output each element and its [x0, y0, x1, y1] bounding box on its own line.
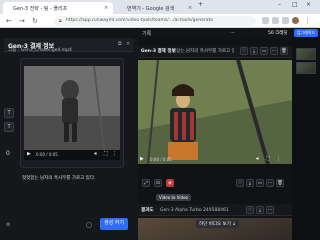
close-window-button[interactable]: ×: [306, 1, 311, 8]
folder-icon[interactable]: ▭: [260, 47, 268, 55]
generate-button[interactable]: 생성 하기: [100, 218, 128, 230]
lock-icon: 🔒︎: [59, 18, 62, 24]
crop-icon[interactable]: ⊡: [154, 179, 162, 187]
more-icon[interactable]: ⋯: [266, 206, 274, 214]
clip-description: Gen-3 Alpha Turbo 249588461 영상는 남자는...: [160, 208, 230, 213]
close-icon[interactable]: ×: [126, 41, 130, 47]
more-icon[interactable]: ⋮: [112, 151, 117, 157]
more-icon[interactable]: ⋯: [266, 179, 274, 187]
settings-icon[interactable]: ⚙: [6, 222, 10, 228]
upgrade-button[interactable]: 업그레이드: [294, 29, 318, 37]
text-tool-button[interactable]: T: [4, 108, 14, 118]
download-icon[interactable]: ⤓: [250, 47, 258, 55]
tab-label: 번역기 - Google 검색: [127, 5, 175, 12]
tooltip: Video to Video: [156, 194, 191, 201]
counter-value: 0: [6, 150, 10, 157]
heart-icon[interactable]: ♡: [240, 47, 248, 55]
browser-tab-active[interactable]: Gen-3 전략 - 팀 - 플리프: [3, 2, 113, 14]
right-top-bar: [138, 28, 320, 38]
extension-icon[interactable]: [272, 17, 279, 24]
volume-icon[interactable]: 🔊︎: [94, 151, 97, 157]
reload-icon[interactable]: ↻: [32, 17, 38, 25]
fullscreen-icon[interactable]: ⛶: [266, 156, 270, 162]
extension-icon[interactable]: [282, 17, 289, 24]
back-icon[interactable]: ←: [6, 17, 12, 25]
generated-video[interactable]: [138, 60, 292, 164]
menu-icon[interactable]: ⋮: [304, 17, 311, 25]
more-options-icon[interactable]: ⋯: [230, 30, 235, 36]
forward-icon[interactable]: →: [19, 17, 25, 25]
copy-icon[interactable]: ⧉: [118, 41, 122, 47]
trash-icon[interactable]: 🗑︎: [280, 47, 288, 55]
download-icon[interactable]: ⤓: [246, 179, 254, 187]
download-icon[interactable]: ⤓: [256, 206, 264, 214]
clip-badge: Gen-3 결제 정보: [141, 49, 176, 54]
play-icon[interactable]: ▶: [140, 156, 144, 162]
folder-icon[interactable]: ▭: [256, 179, 264, 187]
fullscreen-icon[interactable]: ⛶: [104, 151, 108, 157]
avatar[interactable]: [292, 17, 299, 24]
source-video[interactable]: [24, 66, 120, 150]
video-frame: [138, 60, 292, 164]
time-readout: 0:00 / 0:05: [150, 157, 172, 162]
more-icon[interactable]: ⋮: [276, 156, 281, 162]
trash-icon[interactable]: 🗑︎: [276, 179, 284, 187]
heart-icon[interactable]: ♡: [246, 206, 254, 214]
more-icon[interactable]: ⋯: [270, 47, 278, 55]
video-controls: ▶ 0:00 / 0:05 🔊︎ ⛶ ⋮: [24, 150, 120, 160]
clip-description: 영상는 남자의 흑사무를 가로고 있다. | Gen-3 Alpha Turbo: [172, 49, 234, 54]
thumbnail[interactable]: [296, 48, 316, 60]
video-to-video-button[interactable]: ◉: [166, 179, 174, 187]
filename-label: 크롭 - Gen3_Challenge4.mp4: [8, 48, 72, 53]
tab-label: Gen-3 전략 - 팀 - 플리프: [13, 5, 68, 12]
tab-close-icon[interactable]: ×: [188, 5, 192, 11]
expand-icon[interactable]: ⤢: [142, 179, 150, 187]
help-icon[interactable]: [86, 222, 92, 228]
history-label: 기록: [142, 31, 152, 37]
credits-badge: 50 크레딧: [268, 31, 288, 36]
scroll-down-pill[interactable]: 하단 비디오 보기 ↓: [196, 220, 240, 228]
thumbnail[interactable]: [296, 62, 316, 74]
text-style-button[interactable]: T: [4, 122, 14, 132]
maximize-button[interactable]: □: [292, 1, 298, 8]
clip-badge: 결과도: [141, 208, 154, 213]
browser-tab[interactable]: 번역기 - Google 검색: [117, 2, 195, 14]
prompt-text: 헛헛함는 남자의 흑사무를 가로고 있다.: [22, 176, 96, 181]
heart-icon[interactable]: ♡: [236, 179, 244, 187]
tab-close-icon[interactable]: ×: [104, 5, 108, 11]
new-tab-button[interactable]: +: [198, 1, 203, 8]
extension-icon[interactable]: [262, 17, 269, 24]
volume-icon[interactable]: 🔊︎: [256, 156, 259, 162]
play-icon[interactable]: ▶: [27, 151, 31, 157]
video-frame: [24, 66, 120, 150]
minimize-button[interactable]: –: [278, 1, 281, 8]
url-input[interactable]: https://app.runwayml.com/video-tools/tea…: [54, 16, 256, 26]
time-readout: 0:00 / 0:05: [36, 152, 58, 157]
